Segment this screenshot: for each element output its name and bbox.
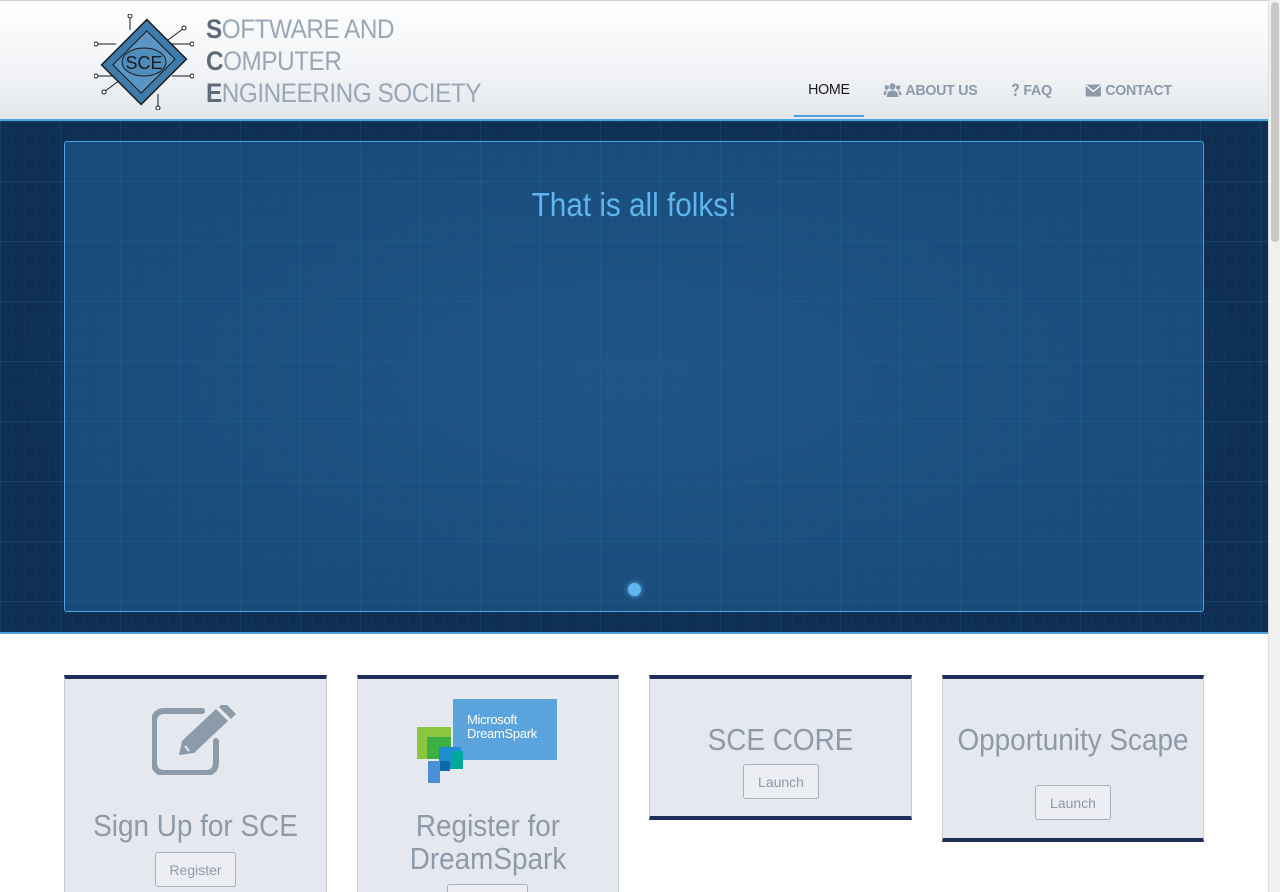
card-opportunity-scape: Opportunity Scape Launch [942, 675, 1204, 842]
dreamspark-register-button[interactable] [447, 884, 528, 892]
sce-logo[interactable]: SCE [93, 13, 195, 111]
question-icon [1011, 83, 1020, 97]
nav-faq[interactable]: FAQ [997, 63, 1066, 117]
opportunity-scape-launch-button[interactable]: Launch [1035, 785, 1111, 820]
slide-title: That is all folks! [531, 186, 737, 223]
page-scrollbar[interactable] [1268, 0, 1280, 892]
hero-banner: That is all folks! [0, 121, 1268, 634]
users-icon [883, 83, 902, 97]
nav-home[interactable]: HOME [794, 63, 865, 117]
site-header: SCE SOFTWARE AND COMPUTER ENGINEERING SO… [0, 0, 1268, 121]
brand-name[interactable]: SOFTWARE AND COMPUTER ENGINEERING SOCIET… [206, 13, 481, 109]
nav-contact-label: CONTACT [1105, 81, 1172, 99]
card-dreamspark: Microsoft DreamSpark Register for DreamS… [357, 675, 619, 892]
main-nav: HOME ABOUT US FAQ CONTACT [792, 63, 1189, 117]
brand-line-1: OFTWARE AND [221, 14, 395, 44]
brand-line-3: NGINEERING SOCIETY [221, 78, 482, 108]
svg-text:SCE: SCE [125, 53, 162, 73]
carousel-slide: That is all folks! [64, 141, 1204, 612]
card-sign-up: Sign Up for SCE Register [64, 675, 327, 892]
brand-initial-e: E [206, 78, 222, 108]
card-opportunity-scape-title: Opportunity Scape [957, 722, 1189, 757]
scrollbar-thumb[interactable] [1271, 2, 1279, 242]
dreamspark-logo-line2: DreamSpark [467, 726, 537, 741]
card-sign-up-title: Sign Up for SCE [93, 808, 298, 843]
envelope-icon [1085, 84, 1101, 97]
carousel-indicator-dot[interactable] [628, 583, 641, 596]
nav-home-label: HOME [808, 80, 850, 98]
nav-about-us[interactable]: ABOUT US [869, 63, 991, 117]
card-sce-core: SCE CORE Launch [649, 675, 912, 820]
sce-core-launch-button[interactable]: Launch [743, 764, 819, 799]
nav-faq-label: FAQ [1023, 81, 1052, 99]
card-sce-core-title: SCE CORE [707, 722, 854, 757]
dreamspark-logo[interactable]: Microsoft DreamSpark [417, 699, 557, 785]
nav-contact[interactable]: CONTACT [1071, 63, 1186, 117]
nav-about-us-label: ABOUT US [905, 81, 978, 99]
dreamspark-logo-line1: Microsoft [467, 712, 518, 727]
card-dreamspark-title: Register for DreamSpark [409, 808, 567, 876]
brand-initial-s: S [206, 14, 222, 44]
register-button[interactable]: Register [155, 852, 236, 887]
brand-initial-c: C [206, 46, 224, 76]
pencil-square-icon [151, 702, 238, 780]
brand-line-2: OMPUTER [223, 46, 342, 76]
